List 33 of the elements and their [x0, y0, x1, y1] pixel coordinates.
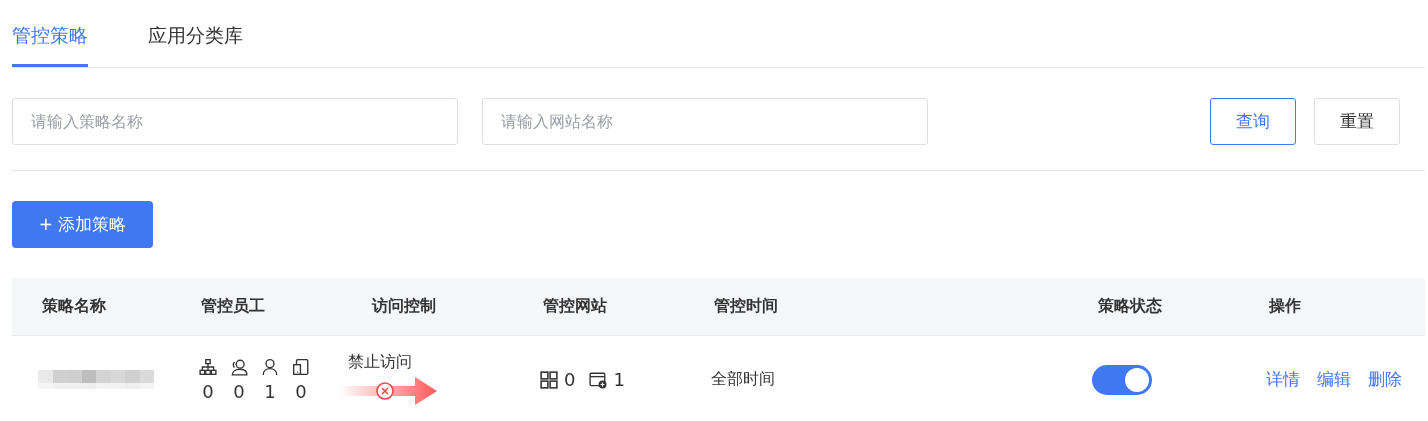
- tab[interactable]: 管控策略: [12, 0, 88, 67]
- tab[interactable]: 应用分类库: [148, 0, 243, 67]
- grid-icon: [540, 370, 558, 389]
- column-header: 管控时间: [714, 296, 778, 315]
- add-button[interactable]: + 添加策略: [12, 201, 153, 248]
- browser-add-icon: [589, 370, 608, 389]
- column-header: 访问控制: [372, 296, 436, 315]
- reset-button[interactable]: 重置: [1314, 98, 1400, 145]
- column-header: 管控网站: [543, 296, 607, 315]
- table-cell: 全部时间: [711, 369, 775, 388]
- action-link[interactable]: 详情: [1266, 368, 1300, 391]
- toggle-switch[interactable]: [1092, 364, 1152, 395]
- column-header: 策略名称: [42, 296, 106, 315]
- count-text: 0: [295, 381, 307, 402]
- search-field[interactable]: 请输入网站名称: [482, 98, 928, 145]
- access-label: 禁止访问: [348, 352, 412, 373]
- count-text: 0: [564, 369, 576, 390]
- action-link[interactable]: 删除: [1368, 368, 1402, 391]
- column-header: 操作: [1269, 296, 1301, 315]
- org-chart-icon: [199, 357, 217, 376]
- blocked-arrow-icon: [339, 375, 439, 407]
- count-text: 1: [264, 381, 276, 402]
- count-text: 0: [233, 381, 245, 402]
- column-header: 策略状态: [1098, 296, 1162, 315]
- column-header: 管控员工: [201, 296, 265, 315]
- action-link[interactable]: 编辑: [1317, 368, 1351, 391]
- search-button[interactable]: 查询: [1210, 98, 1296, 145]
- count-text: 0: [202, 381, 214, 402]
- devices-icon: [292, 357, 310, 376]
- user-icon: [261, 357, 279, 376]
- users-icon: [230, 357, 248, 376]
- count-text: 1: [613, 369, 625, 390]
- search-field[interactable]: 请输入策略名称: [12, 98, 458, 145]
